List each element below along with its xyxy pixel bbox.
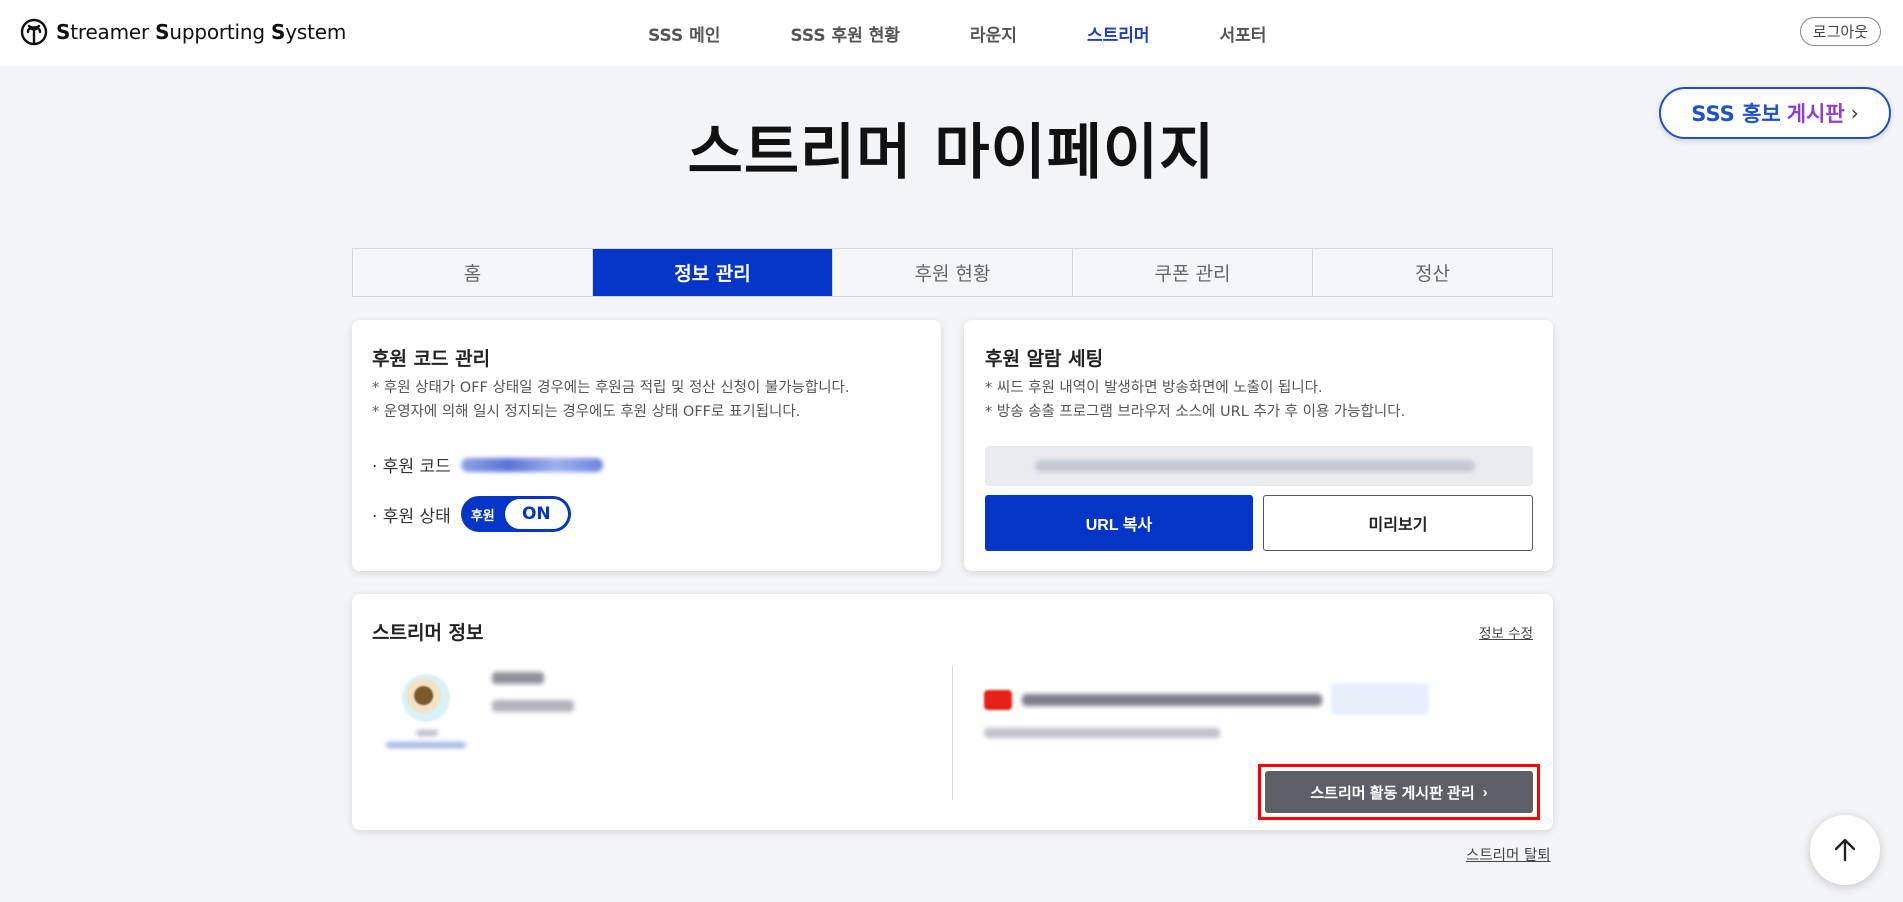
channel-badge-redacted bbox=[1332, 684, 1428, 714]
highlight-frame: 스트리머 활동 게시판 관리 › bbox=[1258, 764, 1540, 820]
streamer-bio-redacted bbox=[492, 700, 574, 712]
youtube-icon bbox=[984, 690, 1012, 710]
avatar bbox=[402, 674, 450, 722]
nav-sss-main[interactable]: SSS 메인 bbox=[648, 21, 720, 46]
logo-text: Streamer Supporting System bbox=[56, 20, 347, 44]
copy-url-button[interactable]: URL 복사 bbox=[985, 495, 1253, 551]
streamer-board-manage-button[interactable]: 스트리머 활동 게시판 관리 › bbox=[1265, 771, 1533, 813]
page-title: 스트리머 마이페이지 bbox=[687, 118, 1216, 188]
section-divider bbox=[952, 666, 953, 800]
streamer-info-card: 스트리머 정보 정보 수정 스트리머 활동 게시판 관리 › bbox=[352, 594, 1553, 830]
chevron-right-icon: › bbox=[1482, 783, 1488, 801]
note-line: * 운영자에 의해 일시 정지되는 경우에도 후원 상태 OFF로 표기됩니다. bbox=[372, 404, 801, 420]
streamer-board-manage-label: 스트리머 활동 게시판 관리 bbox=[1310, 784, 1475, 802]
note-line: * 후원 상태가 OFF 상태일 경우에는 후원금 적립 및 정산 신청이 불가… bbox=[372, 380, 850, 396]
arrow-up-icon bbox=[1834, 838, 1856, 862]
main-nav: SSS 메인 SSS 후원 현황 라운지 스트리머 서포터 bbox=[648, 0, 1266, 66]
support-code-title: 후원 코드 관리 bbox=[372, 348, 491, 370]
support-status-label: · 후원 상태 bbox=[372, 506, 451, 527]
support-alarm-card: 후원 알람 세팅 * 씨드 후원 내역이 발생하면 방송화면에 노출이 됩니다.… bbox=[964, 320, 1553, 571]
toggle-state: ON bbox=[504, 499, 568, 529]
support-code-label: · 후원 코드 bbox=[372, 457, 451, 477]
support-status-row: · 후원 상태 후원 ON bbox=[372, 496, 571, 532]
site-logo[interactable]: Streamer Supporting System bbox=[20, 18, 346, 46]
tab-home[interactable]: 홈 bbox=[353, 249, 593, 296]
nav-streamer[interactable]: 스트리머 bbox=[1087, 21, 1150, 46]
note-line: * 씨드 후원 내역이 발생하면 방송화면에 노출이 됩니다. bbox=[985, 380, 1323, 396]
tab-support-status[interactable]: 후원 현황 bbox=[833, 249, 1073, 296]
note-line: * 방송 송출 프로그램 브라우저 소스에 URL 추가 후 이용 가능합니다. bbox=[985, 404, 1406, 420]
channel-url-redacted bbox=[1022, 694, 1322, 706]
logo-icon bbox=[20, 18, 48, 46]
scroll-to-top-button[interactable] bbox=[1810, 815, 1880, 885]
support-code-notes: * 후원 상태가 OFF 상태일 경우에는 후원금 적립 및 정산 신청이 불가… bbox=[372, 376, 850, 424]
streamer-withdraw-link[interactable]: 스트리머 탈퇴 bbox=[1466, 844, 1551, 865]
nav-lounge[interactable]: 라운지 bbox=[970, 21, 1017, 46]
support-code-row: · 후원 코드 bbox=[372, 452, 603, 477]
toggle-label: 후원 bbox=[470, 508, 495, 524]
logout-button[interactable]: 로그아웃 bbox=[1799, 17, 1881, 46]
channel-meta-redacted bbox=[984, 728, 1220, 738]
tab-settlement[interactable]: 정산 bbox=[1313, 249, 1552, 296]
streamer-info-title: 스트리머 정보 bbox=[372, 622, 484, 644]
streamer-name-redacted bbox=[492, 672, 544, 684]
avatar-caption-redacted bbox=[416, 730, 438, 736]
edit-info-link[interactable]: 정보 수정 bbox=[1479, 622, 1533, 642]
nav-sss-support-status[interactable]: SSS 후원 현황 bbox=[790, 21, 900, 46]
mypage-tabs: 홈 정보 관리 후원 현황 쿠폰 관리 정산 bbox=[352, 248, 1553, 297]
alarm-url-redacted bbox=[1035, 460, 1475, 472]
support-alarm-notes: * 씨드 후원 내역이 발생하면 방송화면에 노출이 됩니다. * 방송 송출 … bbox=[985, 376, 1405, 424]
preview-button[interactable]: 미리보기 bbox=[1263, 495, 1533, 551]
tab-coupon-management[interactable]: 쿠폰 관리 bbox=[1073, 249, 1313, 296]
support-code-value-redacted bbox=[460, 457, 603, 472]
avatar-link-redacted bbox=[386, 742, 466, 748]
support-status-toggle[interactable]: 후원 ON bbox=[460, 496, 571, 532]
support-alarm-title: 후원 알람 세팅 bbox=[985, 348, 1104, 370]
alarm-url-field-redacted[interactable] bbox=[985, 446, 1533, 486]
tab-info-management[interactable]: 정보 관리 bbox=[593, 249, 833, 296]
support-code-card: 후원 코드 관리 * 후원 상태가 OFF 상태일 경우에는 후원금 적립 및 … bbox=[352, 320, 941, 571]
top-header: Streamer Supporting System SSS 메인 SSS 후원… bbox=[0, 0, 1903, 66]
nav-supporter[interactable]: 서포터 bbox=[1220, 21, 1267, 46]
